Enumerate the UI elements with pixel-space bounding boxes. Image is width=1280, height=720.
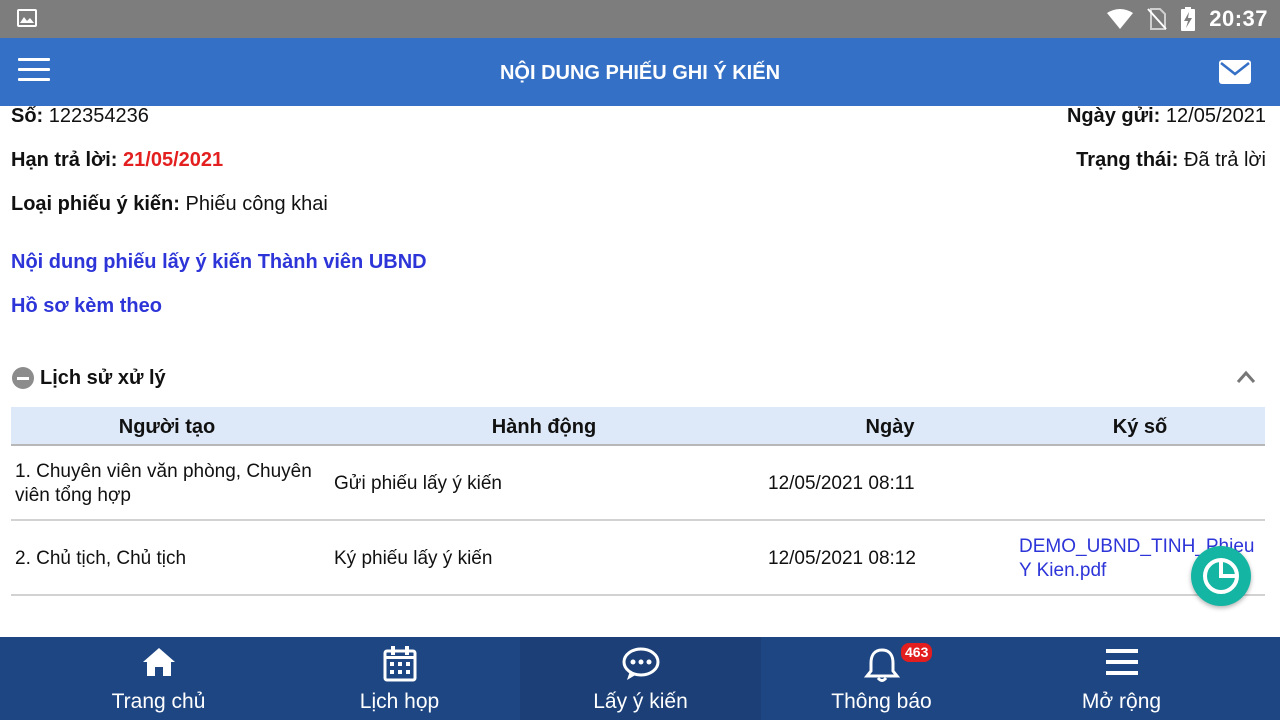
nav-label-meetings: Lịch họp <box>359 690 440 713</box>
content-link[interactable]: Nội dung phiếu lấy ý kiến Thành viên UBN… <box>11 251 427 274</box>
table-row: 1. Chuyên viên văn phòng, Chuyên viên tổ… <box>11 446 1265 521</box>
no-sim-icon <box>1147 8 1167 30</box>
status-bar: 20:37 <box>0 0 1280 38</box>
sent-date-label: Ngày gửi: <box>1066 105 1161 127</box>
status-label: Trạng thái: <box>1076 149 1179 171</box>
notification-badge: 463 <box>901 643 933 662</box>
pie-chart-icon <box>1203 558 1239 594</box>
column-header-action: Hành động <box>491 416 597 438</box>
clock: 20:37 <box>1209 6 1268 31</box>
document-number-value: 122354236 <box>48 105 149 127</box>
nav-label-more: Mở rộng <box>1081 690 1162 713</box>
nav-label-opinions: Lấy ý kiến <box>593 690 688 713</box>
deadline: Hạn trả lời: 21/05/2021 <box>11 148 223 172</box>
home-icon <box>142 648 175 676</box>
collapse-minus-icon[interactable] <box>12 367 34 389</box>
cell-action: Ký phiếu lấy ý kiến <box>334 548 493 569</box>
nav-item-opinions[interactable]: Lấy ý kiến <box>520 637 761 720</box>
sent-date-value: 12/05/2021 <box>1165 105 1266 127</box>
mail-icon[interactable] <box>1219 60 1251 84</box>
form-type-value: Phiếu công khai <box>185 193 328 215</box>
chevron-up-icon[interactable] <box>1236 370 1256 384</box>
column-header-creator: Người tạo <box>118 416 216 438</box>
history-table: Người tạo Hành động Ngày Ký số 1. Chuyên… <box>11 407 1265 596</box>
sent-date: Ngày gửi: 12/05/2021 <box>1067 104 1266 128</box>
deadline-value: 21/05/2021 <box>123 149 224 171</box>
image-icon <box>17 9 37 27</box>
cell-date: 12/05/2021 08:12 <box>768 548 916 569</box>
document-number: Số: 122354236 <box>11 104 149 128</box>
status: Trạng thái: Đã trả lời <box>1076 148 1266 172</box>
history-section-header[interactable]: Lịch sử xử lý <box>12 365 166 391</box>
nav-item-notifications[interactable]: 463 Thông báo <box>761 637 1002 720</box>
app-bar: NỘI DUNG PHIẾU GHI Ý KIẾN <box>0 38 1280 106</box>
table-header: Người tạo Hành động Ngày Ký số <box>11 407 1265 446</box>
cell-action: Gửi phiếu lấy ý kiến <box>334 473 502 494</box>
deadline-label: Hạn trả lời: <box>11 149 118 171</box>
page-title: NỘI DUNG PHIẾU GHI Ý KIẾN <box>499 62 781 84</box>
status-value: Đã trả lời <box>1183 149 1266 171</box>
bell-icon <box>863 648 900 682</box>
nav-label-home: Trang chủ <box>111 690 206 713</box>
column-header-signature: Ký số <box>1112 416 1168 438</box>
column-header-date: Ngày <box>865 416 915 438</box>
form-type: Loại phiếu ý kiến: Phiếu công khai <box>11 192 328 216</box>
battery-charging-icon <box>1181 7 1196 31</box>
menu-icon <box>1105 649 1138 675</box>
floating-action-button[interactable] <box>1191 546 1251 606</box>
attachments-link[interactable]: Hồ sơ kèm theo <box>11 295 162 318</box>
form-type-label: Loại phiếu ý kiến: <box>11 193 180 215</box>
nav-item-home[interactable]: Trang chủ <box>38 637 279 720</box>
nav-item-more[interactable]: Mở rộng <box>1001 637 1242 720</box>
table-row: 2. Chủ tịch, Chủ tịch Ký phiếu lấy ý kiế… <box>11 521 1265 596</box>
nav-label-notifications: Thông báo <box>831 690 932 713</box>
nav-item-meetings[interactable]: Lịch họp <box>279 637 520 720</box>
bottom-navigation: Trang chủ Lịch họp Lấy ý kiến 463 Thông … <box>0 637 1280 720</box>
cell-creator: 2. Chủ tịch, Chủ tịch <box>15 548 187 569</box>
chat-bubble-icon <box>622 647 659 680</box>
document-number-label: Số: <box>11 105 44 127</box>
cell-date: 12/05/2021 08:11 <box>768 473 915 494</box>
history-title: Lịch sử xử lý <box>40 366 166 389</box>
calendar-icon <box>383 646 416 682</box>
cell-creator: 1. Chuyên viên văn phòng, Chuyên viên tổ… <box>15 461 312 506</box>
wifi-icon <box>1107 9 1134 29</box>
